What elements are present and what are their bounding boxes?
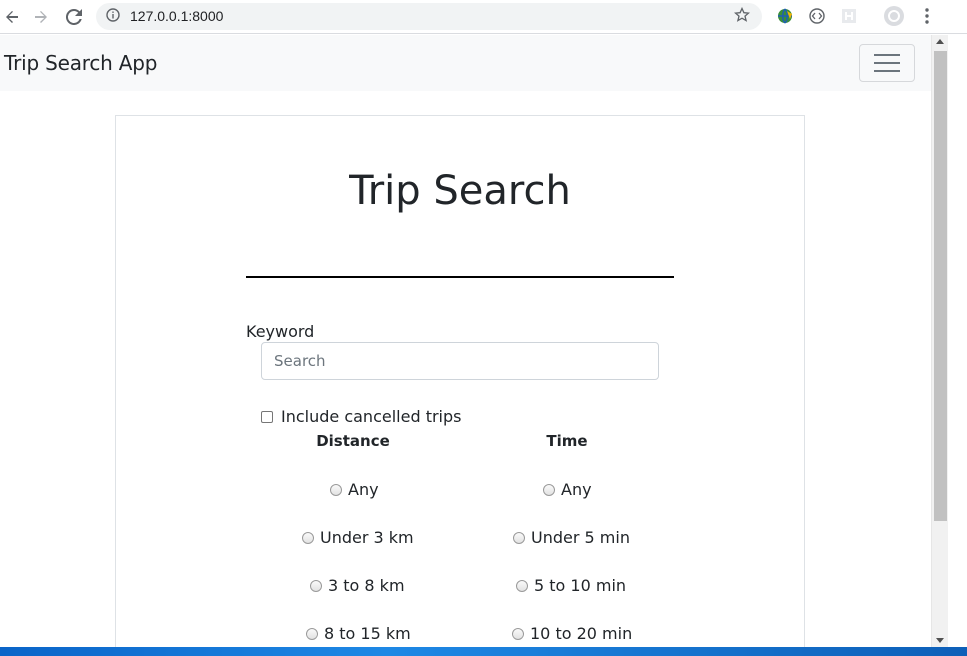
page-title: Trip Search bbox=[349, 168, 571, 214]
distance-option-label[interactable]: Any bbox=[348, 480, 379, 499]
navbar: Trip Search App bbox=[0, 35, 931, 91]
forward-icon[interactable] bbox=[29, 5, 53, 29]
time-radio[interactable] bbox=[512, 627, 524, 640]
distance-radio[interactable] bbox=[330, 483, 342, 496]
hamburger-line bbox=[874, 54, 900, 56]
distance-option[interactable]: Under 3 km bbox=[302, 528, 414, 547]
hamburger-line bbox=[874, 70, 900, 72]
page-viewport: Trip Search App Trip Search Keyword Incl… bbox=[0, 35, 931, 647]
scroll-up-arrow-icon[interactable] bbox=[936, 39, 944, 44]
time-radio[interactable] bbox=[513, 531, 525, 544]
distance-option-label[interactable]: 8 to 15 km bbox=[324, 624, 411, 643]
search-input[interactable] bbox=[261, 342, 659, 380]
time-header: Time bbox=[546, 432, 588, 450]
distance-option-label[interactable]: 3 to 8 km bbox=[328, 576, 405, 595]
time-option-label[interactable]: Any bbox=[561, 480, 592, 499]
distance-option[interactable]: 3 to 8 km bbox=[310, 576, 405, 595]
title-divider bbox=[246, 276, 674, 278]
hamburger-line bbox=[874, 62, 900, 64]
info-icon[interactable] bbox=[106, 8, 123, 25]
distance-option-label[interactable]: Under 3 km bbox=[320, 528, 414, 547]
search-card: Trip Search Keyword Include cancelled tr… bbox=[115, 115, 805, 647]
distance-header: Distance bbox=[316, 432, 390, 450]
distance-radio[interactable] bbox=[306, 627, 318, 640]
include-cancelled-checkbox[interactable] bbox=[261, 410, 273, 423]
time-radio[interactable] bbox=[516, 579, 528, 592]
keyword-label: Keyword bbox=[246, 322, 315, 341]
address-bar[interactable]: 127.0.0.1:8000 bbox=[96, 3, 762, 30]
time-option[interactable]: Any bbox=[543, 480, 592, 499]
include-cancelled-row[interactable]: Include cancelled trips bbox=[261, 407, 461, 426]
time-option[interactable]: Under 5 min bbox=[513, 528, 630, 547]
reload-icon[interactable] bbox=[62, 5, 86, 29]
bookmark-star-icon[interactable] bbox=[733, 6, 752, 25]
url-text: 127.0.0.1:8000 bbox=[130, 8, 224, 24]
distance-option[interactable]: Any bbox=[330, 480, 379, 499]
back-icon[interactable] bbox=[0, 5, 24, 29]
extension-grid-icon[interactable] bbox=[839, 6, 859, 26]
navbar-toggler-button[interactable] bbox=[859, 44, 915, 82]
time-option-label[interactable]: Under 5 min bbox=[531, 528, 630, 547]
time-option-label[interactable]: 10 to 20 min bbox=[530, 624, 632, 643]
scroll-down-arrow-icon[interactable] bbox=[936, 638, 944, 643]
extension-code-icon[interactable] bbox=[807, 6, 827, 26]
navbar-brand[interactable]: Trip Search App bbox=[4, 51, 157, 75]
vertical-scrollbar[interactable] bbox=[931, 35, 948, 647]
menu-kebab-icon[interactable] bbox=[917, 6, 937, 26]
include-cancelled-label[interactable]: Include cancelled trips bbox=[281, 407, 461, 426]
desktop-taskbar bbox=[0, 647, 967, 656]
scrollbar-thumb[interactable] bbox=[934, 51, 947, 521]
profile-avatar-icon[interactable] bbox=[884, 6, 904, 26]
time-option-label[interactable]: 5 to 10 min bbox=[534, 576, 626, 595]
distance-radio[interactable] bbox=[302, 531, 314, 544]
time-radio[interactable] bbox=[543, 483, 555, 496]
time-option[interactable]: 10 to 20 min bbox=[512, 624, 632, 643]
extension-globe-icon[interactable] bbox=[775, 6, 795, 26]
window-edge bbox=[948, 35, 967, 647]
distance-option[interactable]: 8 to 15 km bbox=[306, 624, 411, 643]
distance-radio[interactable] bbox=[310, 579, 322, 592]
time-option[interactable]: 5 to 10 min bbox=[516, 576, 626, 595]
browser-toolbar: 127.0.0.1:8000 bbox=[0, 0, 967, 34]
